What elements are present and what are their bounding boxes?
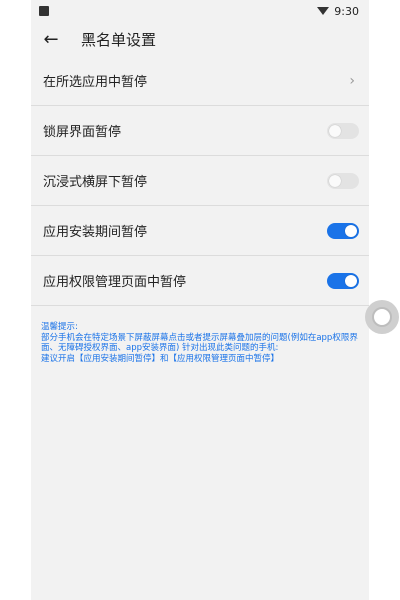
setting-label: 沉浸式横屏下暂停 (43, 175, 148, 190)
tips-suggestion: 建议开启【应用安装期间暂停】和【应用权限管理页面中暂停】 (41, 353, 280, 364)
floating-ball-inner (372, 307, 392, 327)
toggle-knob (329, 124, 341, 137)
setting-label: 应用权限管理页面中暂停 (43, 275, 187, 290)
setting-label: 在所选应用中暂停 (43, 75, 148, 90)
back-arrow-icon[interactable]: ← (37, 25, 65, 53)
lock-screen-toggle[interactable] (327, 122, 359, 139)
status-bar: 9:30 (31, 0, 369, 22)
setting-row-lock-screen: 锁屏界面暂停 (31, 106, 369, 156)
setting-row-selected-apps[interactable]: 在所选应用中暂停 › (31, 56, 369, 106)
chevron-right-icon: › (349, 72, 355, 89)
app-bar: ← 黑名单设置 (31, 22, 369, 56)
tips-title: 温馨提示: (41, 322, 78, 332)
toggle-knob (329, 174, 341, 187)
setting-row-app-install: 应用安装期间暂停 (31, 206, 369, 256)
setting-label: 锁屏界面暂停 (43, 125, 122, 140)
notification-icon (39, 6, 49, 16)
tips-text: 温馨提示: 部分手机会在特定场景下屏蔽屏幕点击或者提示屏幕叠加层的问题(例如在a… (41, 322, 363, 364)
setting-label: 应用安装期间暂停 (43, 225, 148, 240)
wifi-icon (317, 7, 330, 15)
settings-list: 在所选应用中暂停 › 锁屏界面暂停 沉浸式横屏下暂停 应用安装期间暂停 应用权限… (31, 56, 369, 306)
phone-screen: 9:30 ← 黑名单设置 在所选应用中暂停 › 锁屏界面暂停 沉浸式横屏下暂停 … (31, 0, 399, 600)
toggle-knob (345, 274, 357, 287)
toggle-knob (345, 224, 357, 237)
status-right: 9:30 (317, 5, 359, 18)
setting-row-permission: 应用权限管理页面中暂停 (31, 256, 369, 306)
setting-row-immersive: 沉浸式横屏下暂停 (31, 156, 369, 206)
app-install-toggle[interactable] (327, 222, 359, 239)
immersive-toggle[interactable] (327, 172, 359, 189)
permission-toggle[interactable] (327, 272, 359, 289)
page-title: 黑名单设置 (81, 30, 157, 49)
floating-ball[interactable] (365, 300, 399, 334)
tips-body: 部分手机会在特定场景下屏蔽屏幕点击或者提示屏幕叠加层的问题(例如在app权限界面… (41, 332, 358, 354)
status-time: 9:30 (334, 4, 359, 18)
